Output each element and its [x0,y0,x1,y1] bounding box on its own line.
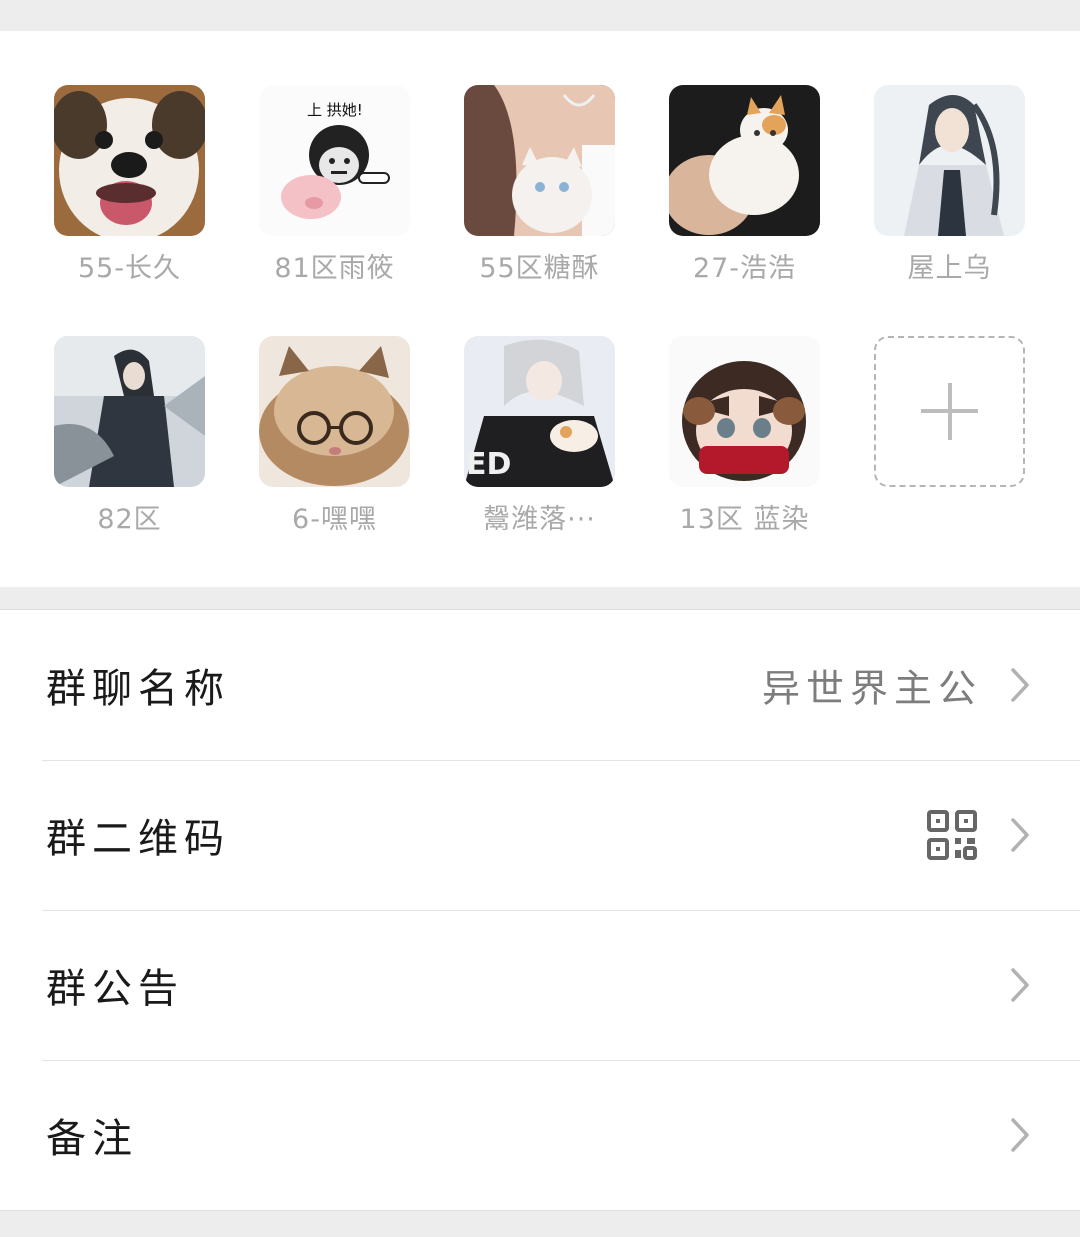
member-name: 屋上乌 [907,253,992,284]
meme-face-avatar[interactable]: 上 拱她! [259,85,410,236]
remark-row[interactable]: 备注 [0,1060,1080,1210]
qr-code-icon [927,810,977,860]
chevron-right-icon [1011,968,1029,1002]
svg-text:上 拱她!: 上 拱她! [307,101,363,119]
chevron-right-icon [1011,818,1029,852]
girl-with-cat-avatar[interactable] [464,85,615,236]
bottom-spacer [0,1210,1080,1236]
cat-with-glasses-avatar[interactable] [259,336,410,487]
anime-white-hair-avatar[interactable]: ED [464,336,615,487]
group-notice-row[interactable]: 群公告 [0,910,1080,1060]
member-item[interactable]: 82区 [54,336,205,536]
member-name: 82区 [97,504,162,535]
settings-list: 群聊名称 异世界主公 群二维码 群公告 备注 [0,610,1080,1210]
group-qr-label: 群二维码 [46,816,230,862]
add-member-button[interactable] [874,336,1025,487]
member-name: 55区糖酥 [479,253,600,284]
top-spacer [0,0,1080,31]
group-qr-row[interactable]: 群二维码 [0,760,1080,910]
group-name-label: 群聊名称 [46,666,230,712]
dog-avatar[interactable] [54,85,205,236]
chevron-right-icon [1011,1118,1029,1152]
section-spacer [0,587,1080,610]
member-item[interactable]: 55-长久 [54,85,205,285]
group-name-value: 异世界主公 [761,666,982,711]
member-item[interactable]: 上 拱她! 81区雨筱 [259,85,410,285]
kitten-in-hand-avatar[interactable] [669,85,820,236]
svg-text:ED: ED [466,447,511,482]
member-name: 55-长久 [77,253,182,284]
add-member-item[interactable] [874,336,1025,487]
member-name: 6-嘿嘿 [292,504,377,535]
group-notice-label: 群公告 [46,966,184,1012]
member-item[interactable]: 55区糖酥 [464,85,615,285]
chibi-masked-avatar[interactable] [669,336,820,487]
group-name-row[interactable]: 群聊名称 异世界主公 [0,610,1080,760]
anime-dark-figure-avatar[interactable] [54,336,205,487]
member-item[interactable]: 27-浩浩 [669,85,820,285]
member-grid: 55-长久 上 拱她! 81区雨筱 55区糖酥 27-浩浩 屋上乌 82区 6-… [0,31,1080,587]
chevron-right-icon [1011,668,1029,702]
member-item[interactable]: ED 鬶潍落··· [464,336,615,536]
member-item[interactable]: 13区 蓝染 [669,336,820,536]
member-item[interactable]: 6-嘿嘿 [259,336,410,536]
member-item[interactable]: 屋上乌 [874,85,1025,285]
remark-label: 备注 [46,1116,138,1162]
member-name: 鬶潍落··· [483,504,596,535]
member-name: 81区雨筱 [274,253,395,284]
member-name: 27-浩浩 [692,253,797,284]
member-name: 13区 蓝染 [679,504,810,535]
anime-swordsman-avatar[interactable] [874,85,1025,236]
